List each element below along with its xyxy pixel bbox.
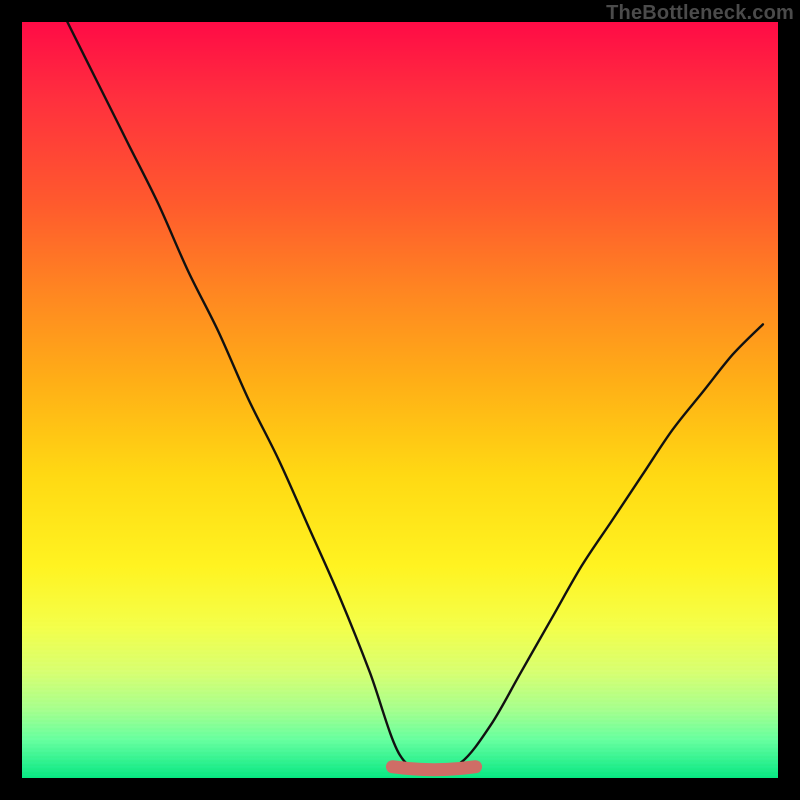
plot-area [22, 22, 778, 778]
highlight-path [392, 767, 475, 770]
curve-layer [22, 22, 778, 778]
highlight-plateau [392, 767, 475, 770]
watermark-text: TheBottleneck.com [606, 2, 794, 25]
curve-path [67, 22, 763, 771]
bottleneck-curve [67, 22, 763, 771]
chart-frame: TheBottleneck.com [0, 0, 800, 800]
